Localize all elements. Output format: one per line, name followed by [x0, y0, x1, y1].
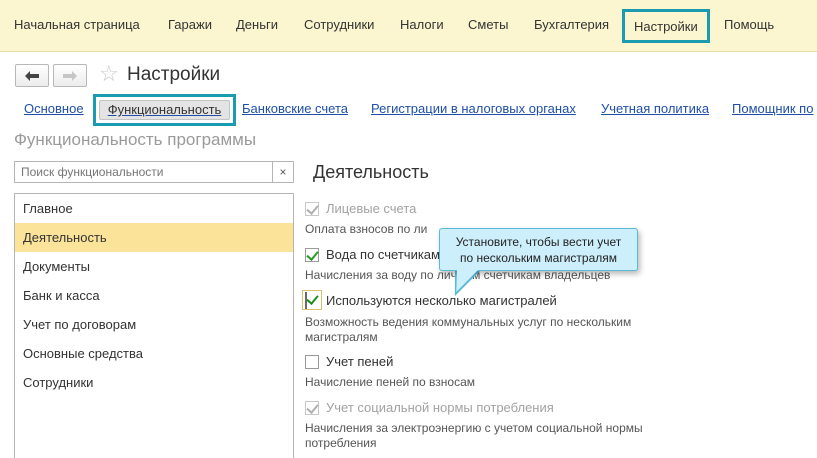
option-label: Учет социальной нормы потребления [326, 400, 554, 415]
checkbox[interactable] [305, 354, 319, 369]
option-label: Учет пеней [326, 354, 394, 369]
tab-functionality[interactable]: Функциональность [93, 94, 236, 126]
menu-item-help[interactable]: Помощь [724, 17, 774, 32]
list-item-main[interactable]: Главное [15, 194, 293, 223]
list-item-contracts[interactable]: Учет по договорам [15, 310, 293, 339]
checkbox[interactable] [302, 290, 322, 310]
menu-item-home[interactable]: Начальная страница [14, 17, 140, 32]
checkbox[interactable] [305, 247, 319, 262]
forward-button[interactable] [53, 64, 87, 87]
list-item-documents[interactable]: Документы [15, 252, 293, 281]
functionality-search-input[interactable] [14, 161, 276, 183]
option-label: Лицевые счета [326, 201, 417, 216]
list-item-employees[interactable]: Сотрудники [15, 368, 293, 397]
option-personal-accounts[interactable]: Лицевые счета [305, 201, 416, 216]
option-description: Оплата взносов по ли [305, 222, 428, 236]
option-description: Начисления за электроэнергию с учетом со… [305, 421, 643, 435]
option-water-meters[interactable]: Вода по счетчикам [305, 247, 440, 262]
tab-assistant[interactable]: Помощник по [732, 101, 813, 116]
hint-tooltip: Установите, чтобы вести учет по нескольк… [439, 228, 638, 271]
menu-item-taxes[interactable]: Налоги [400, 17, 444, 32]
menu-item-garages[interactable]: Гаражи [168, 17, 212, 32]
arrow-right-icon [63, 70, 77, 81]
top-menu-bar: Начальная страница Гаражи Деньги Сотрудн… [0, 0, 817, 52]
checkbox[interactable] [305, 400, 319, 415]
option-description-cont: потребления [305, 436, 377, 450]
search-clear-button[interactable]: × [272, 161, 294, 183]
menu-item-settings[interactable]: Настройки [622, 9, 710, 43]
favorite-star-icon[interactable]: ☆ [99, 62, 119, 86]
menu-item-estimates[interactable]: Сметы [468, 17, 508, 32]
option-multiple-mains[interactable]: Используются несколько магистралей [302, 290, 557, 310]
option-description: Начисление пеней по взносам [305, 375, 476, 389]
option-penalties[interactable]: Учет пеней [305, 354, 393, 369]
tooltip-line: Установите, чтобы вести учет [455, 235, 622, 249]
content-title: Деятельность [313, 162, 429, 182]
option-description: Возможность ведения коммунальных услуг п… [305, 315, 632, 329]
menu-item-money[interactable]: Деньги [236, 17, 278, 32]
back-button[interactable] [15, 64, 49, 87]
list-item-bank-cash[interactable]: Банк и касса [15, 281, 293, 310]
option-social-norm[interactable]: Учет социальной нормы потребления [305, 400, 554, 415]
tab-main[interactable]: Основное [24, 101, 84, 116]
option-label: Вода по счетчикам [326, 247, 440, 262]
tab-tax-registrations[interactable]: Регистрации в налоговых органах [371, 101, 576, 116]
menu-item-employees[interactable]: Сотрудники [304, 17, 374, 32]
tab-accounting-policy[interactable]: Учетная политика [601, 101, 709, 116]
list-item-fixed-assets[interactable]: Основные средства [15, 339, 293, 368]
section-title: Функциональность программы [14, 130, 257, 149]
functionality-section-list: Главное Деятельность Документы Банк и ка… [14, 193, 294, 458]
tab-bank-accounts[interactable]: Банковские счета [242, 101, 348, 116]
tooltip-line: по нескольким магистралям [460, 251, 617, 265]
checkbox[interactable] [305, 201, 319, 216]
option-description-cont: магистралям [305, 330, 378, 344]
page-title: Настройки [127, 64, 221, 85]
menu-item-accounting[interactable]: Бухгалтерия [534, 17, 609, 32]
option-label: Используются несколько магистралей [326, 292, 557, 308]
arrow-left-icon [25, 70, 39, 81]
list-item-activity[interactable]: Деятельность [15, 223, 293, 252]
close-icon: × [279, 165, 287, 179]
tab-functionality-label: Функциональность [99, 100, 230, 120]
